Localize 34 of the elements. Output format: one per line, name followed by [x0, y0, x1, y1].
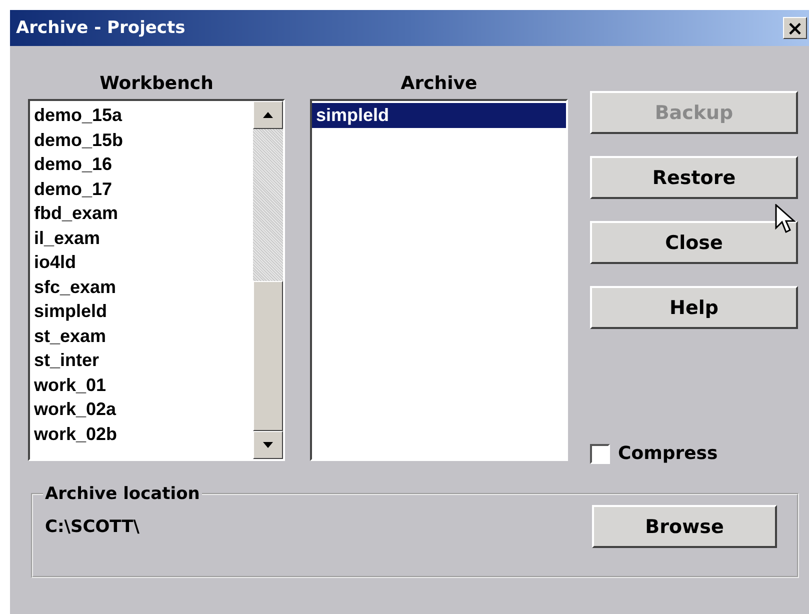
dialog-button[interactable]: Close [590, 221, 798, 264]
mouse-pointer-icon [775, 204, 797, 236]
group-label: Archive location [44, 484, 201, 504]
list-item[interactable]: st_exam [30, 324, 253, 348]
list-item[interactable]: demo_17 [30, 176, 253, 201]
list-item[interactable]: sfc_exam [30, 274, 253, 299]
scrollbar[interactable] [253, 101, 283, 459]
up-arrow-icon [263, 112, 273, 118]
list-item[interactable]: simpleld [30, 299, 253, 324]
dialog-button[interactable]: Help [590, 286, 798, 329]
list-item[interactable]: il_exam [30, 226, 253, 250]
list-item[interactable]: fbd_exam [30, 201, 253, 226]
list-item[interactable]: work_02a [30, 397, 253, 422]
close-button[interactable]: × [783, 17, 807, 39]
checkbox-label: Compress [618, 443, 718, 464]
scroll-thumb[interactable] [253, 281, 283, 431]
down-arrow-icon [263, 442, 273, 448]
list-heading: Workbench [100, 73, 214, 94]
scroll-down-button[interactable] [253, 431, 283, 459]
list-item[interactable]: demo_15b [30, 128, 253, 152]
list-item[interactable]: demo_16 [30, 152, 253, 176]
compress-checkbox[interactable] [590, 444, 610, 464]
dialog-button[interactable]: Restore [590, 156, 798, 199]
window-title: Archive - Projects [16, 18, 186, 38]
list-heading: Archive [400, 73, 478, 94]
list-item[interactable]: io4ld [30, 250, 253, 274]
list-item[interactable]: work_02b [30, 422, 253, 446]
browse-button[interactable]: Browse [592, 505, 777, 548]
list-item[interactable]: st_inter [30, 348, 253, 372]
list-item[interactable]: simpleld [312, 103, 566, 128]
archive-path: C:\SCOTT\ [45, 516, 140, 536]
scroll-up-button[interactable] [253, 101, 283, 129]
list-item[interactable]: demo_15a [30, 103, 253, 128]
list-item[interactable]: work_01 [30, 372, 253, 397]
